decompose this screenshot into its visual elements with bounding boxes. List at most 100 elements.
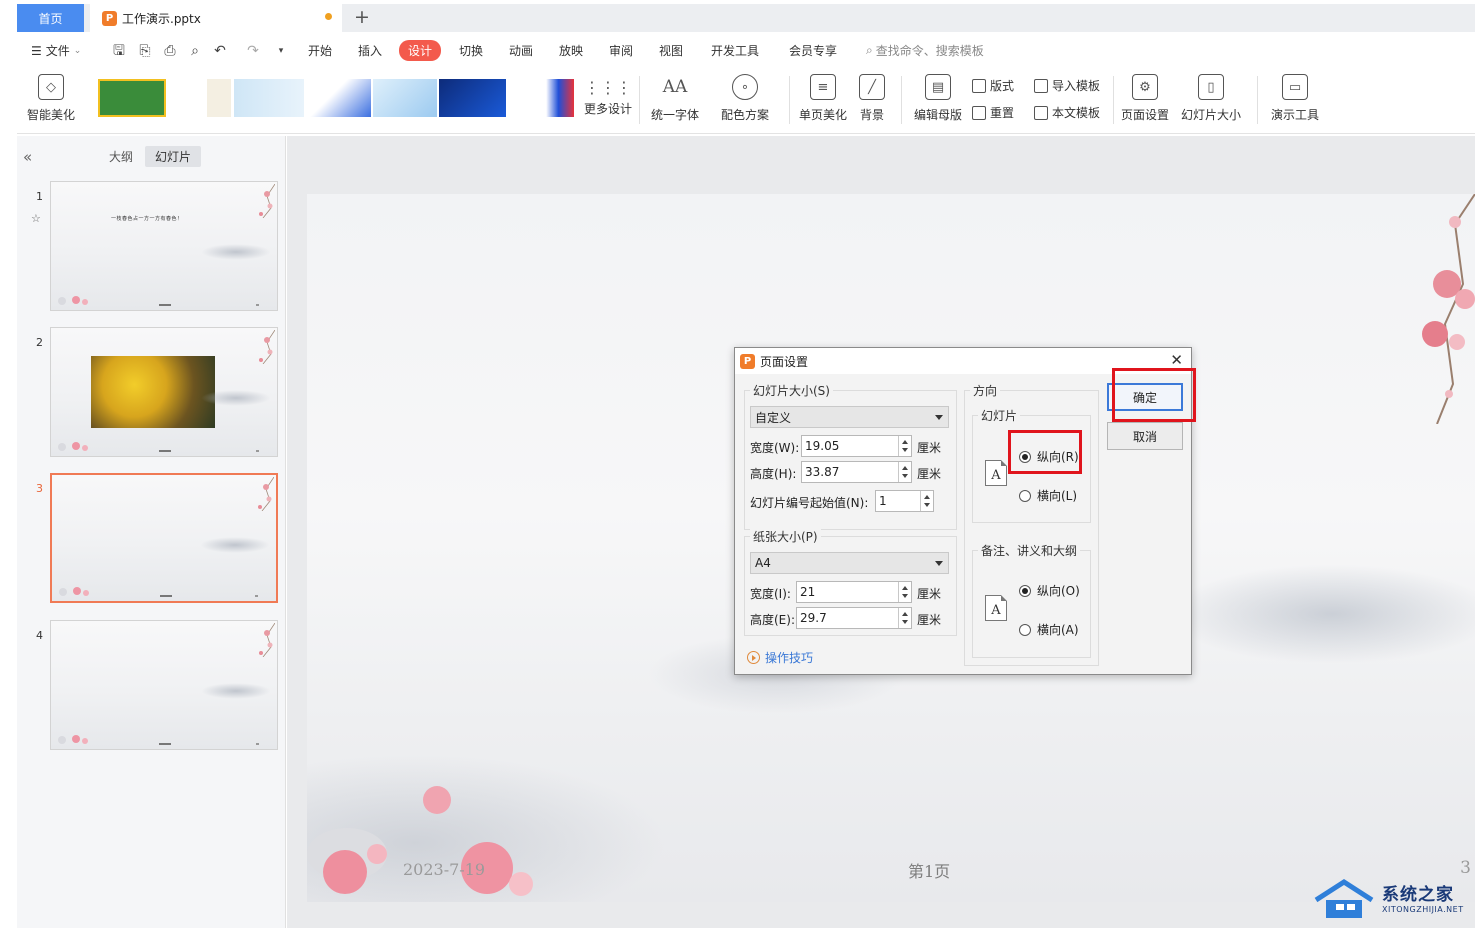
- unify-font-button[interactable]: AA 统一字体: [651, 74, 699, 123]
- mist-decoration: [201, 683, 271, 699]
- slide-thumbnail-1[interactable]: 一枝春色占一方一方有春色！: [50, 181, 278, 311]
- spin-down-icon[interactable]: [902, 448, 908, 452]
- theme-thumbnail[interactable]: [207, 79, 231, 117]
- spin-up-icon[interactable]: [924, 495, 930, 499]
- menu-developer[interactable]: 开发工具: [711, 42, 759, 59]
- slide-thumbnail-4[interactable]: [50, 620, 278, 750]
- paper-height-input[interactable]: 29.7: [796, 607, 912, 629]
- notes-portrait-radio[interactable]: 纵向(O): [1019, 582, 1080, 599]
- spin-up-icon[interactable]: [902, 586, 908, 590]
- menu-view[interactable]: 视图: [659, 42, 683, 59]
- print-preview-icon[interactable]: ⌕: [187, 43, 203, 59]
- export-icon[interactable]: ⎘: [137, 43, 153, 59]
- close-icon[interactable]: ✕: [1170, 351, 1183, 369]
- edit-master-label: 编辑母版: [914, 108, 963, 122]
- spin-down-icon[interactable]: [902, 594, 908, 598]
- presentation-tools-button[interactable]: ▭ 演示工具: [1271, 74, 1319, 123]
- layout-button[interactable]: 版式: [972, 77, 1014, 94]
- paper-width-unit: 厘米: [917, 587, 942, 601]
- slide-landscape-radio[interactable]: 横向(L): [1019, 487, 1077, 504]
- theme-thumbnail[interactable]: [234, 79, 304, 117]
- start-number-input[interactable]: 1: [875, 490, 934, 512]
- more-design-button[interactable]: ⋮⋮⋮ 更多设计: [584, 74, 632, 117]
- spin-down-icon[interactable]: [902, 620, 908, 624]
- spin-down-icon[interactable]: [924, 503, 930, 507]
- theme-thumbnail[interactable]: [169, 79, 203, 117]
- slide-thumbnail-title: 一枝春色占一方一方有春色！: [111, 216, 183, 222]
- width-input[interactable]: 19.05: [801, 435, 912, 457]
- menu-transitions[interactable]: 切换: [459, 42, 483, 59]
- command-search[interactable]: ⌕ 查找命令、搜索模板: [866, 42, 984, 59]
- radio-unselected-icon[interactable]: [1019, 623, 1031, 636]
- tips-link[interactable]: 操作技巧: [747, 649, 813, 666]
- menu-animations[interactable]: 动画: [509, 42, 533, 59]
- tab-document[interactable]: P 工作演示.pptx: [90, 4, 342, 32]
- menu-review[interactable]: 审阅: [609, 42, 633, 59]
- menu-slideshow[interactable]: 放映: [559, 42, 583, 59]
- unsaved-dot-icon: [325, 13, 332, 20]
- slide-date[interactable]: 2023-7-19: [403, 860, 485, 879]
- ribbon-separator: [1113, 76, 1114, 124]
- theme-thumbnail[interactable]: [439, 79, 506, 117]
- cancel-button[interactable]: 取消: [1107, 422, 1183, 450]
- page-icon-letter: A: [991, 468, 1001, 483]
- collapse-panel-button[interactable]: «: [23, 148, 32, 166]
- tab-slides[interactable]: 幻灯片: [145, 146, 202, 167]
- slide-size-icon: ▯: [1198, 74, 1224, 100]
- slide-size-group-label: 幻灯片大小(S): [750, 382, 833, 399]
- slide-size-dropdown[interactable]: 自定义: [750, 406, 949, 428]
- customize-toolbar-icon[interactable]: ▾: [273, 43, 289, 59]
- smart-beautify-button[interactable]: ◇ 智能美化: [27, 74, 75, 123]
- theme-thumbnail[interactable]: [98, 79, 166, 117]
- theme-thumbnail[interactable]: [512, 79, 574, 117]
- paper-width-input[interactable]: 21: [796, 581, 912, 603]
- spin-up-icon[interactable]: [902, 612, 908, 616]
- menu-insert[interactable]: 插入: [358, 42, 382, 59]
- slide-size-button[interactable]: ▯ 幻灯片大小: [1181, 74, 1241, 123]
- more-design-label: 更多设计: [584, 102, 633, 116]
- slide-page-number[interactable]: 3: [1460, 858, 1471, 878]
- this-template-button[interactable]: 本文模板: [1034, 104, 1100, 121]
- save-icon[interactable]: 🖫: [111, 43, 127, 59]
- menu-design[interactable]: 设计: [399, 40, 442, 61]
- paper-size-dropdown[interactable]: A4: [750, 552, 949, 574]
- ribbon-separator: [789, 76, 790, 124]
- animation-star-icon: ☆: [31, 212, 41, 225]
- reset-button[interactable]: 重置: [972, 104, 1014, 121]
- paper-height-label: 高度(E):: [750, 613, 795, 627]
- radio-selected-icon[interactable]: [1019, 584, 1031, 597]
- notes-landscape-radio[interactable]: 横向(A): [1019, 621, 1079, 638]
- paper-height-spinner[interactable]: [898, 608, 911, 628]
- paper-width-spinner[interactable]: [898, 582, 911, 602]
- tab-home[interactable]: 首页: [17, 4, 84, 32]
- spin-down-icon[interactable]: [902, 474, 908, 478]
- theme-thumbnail[interactable]: [307, 79, 371, 117]
- print-icon[interactable]: ⎙: [162, 43, 178, 59]
- tab-outline[interactable]: 大纲: [109, 148, 133, 165]
- edit-master-button[interactable]: ▤ 编辑母版: [914, 74, 962, 123]
- layout-icon: [972, 78, 986, 93]
- width-spinner[interactable]: [898, 436, 911, 456]
- import-template-button[interactable]: 导入模板: [1034, 77, 1100, 94]
- page-setup-button[interactable]: ⚙ 页面设置: [1121, 74, 1169, 123]
- spin-up-icon[interactable]: [902, 440, 908, 444]
- height-spinner[interactable]: [898, 462, 911, 482]
- blossom-decoration: [259, 330, 275, 364]
- start-number-spinner[interactable]: [920, 491, 933, 511]
- slide-thumbnail-3[interactable]: [50, 473, 278, 603]
- background-button[interactable]: ╱ 背景: [859, 74, 885, 123]
- color-scheme-button[interactable]: ∘ 配色方案: [721, 74, 769, 123]
- spin-up-icon[interactable]: [902, 466, 908, 470]
- menu-start[interactable]: 开始: [308, 42, 332, 59]
- new-tab-button[interactable]: +: [351, 6, 373, 28]
- slide-thumbnail-2[interactable]: [50, 327, 278, 457]
- radio-unselected-icon[interactable]: [1019, 489, 1031, 502]
- file-menu[interactable]: ☰ 文件 ⌄: [31, 42, 81, 59]
- slide-page-label[interactable]: 第1页: [908, 858, 950, 882]
- undo-icon[interactable]: ↶: [212, 43, 228, 59]
- menu-member[interactable]: 会员专享: [789, 42, 837, 59]
- height-input[interactable]: 33.87: [801, 461, 912, 483]
- single-page-beautify-button[interactable]: ≡ 单页美化: [799, 74, 847, 123]
- theme-thumbnail[interactable]: [373, 79, 437, 117]
- redo-icon[interactable]: ↷: [245, 43, 261, 59]
